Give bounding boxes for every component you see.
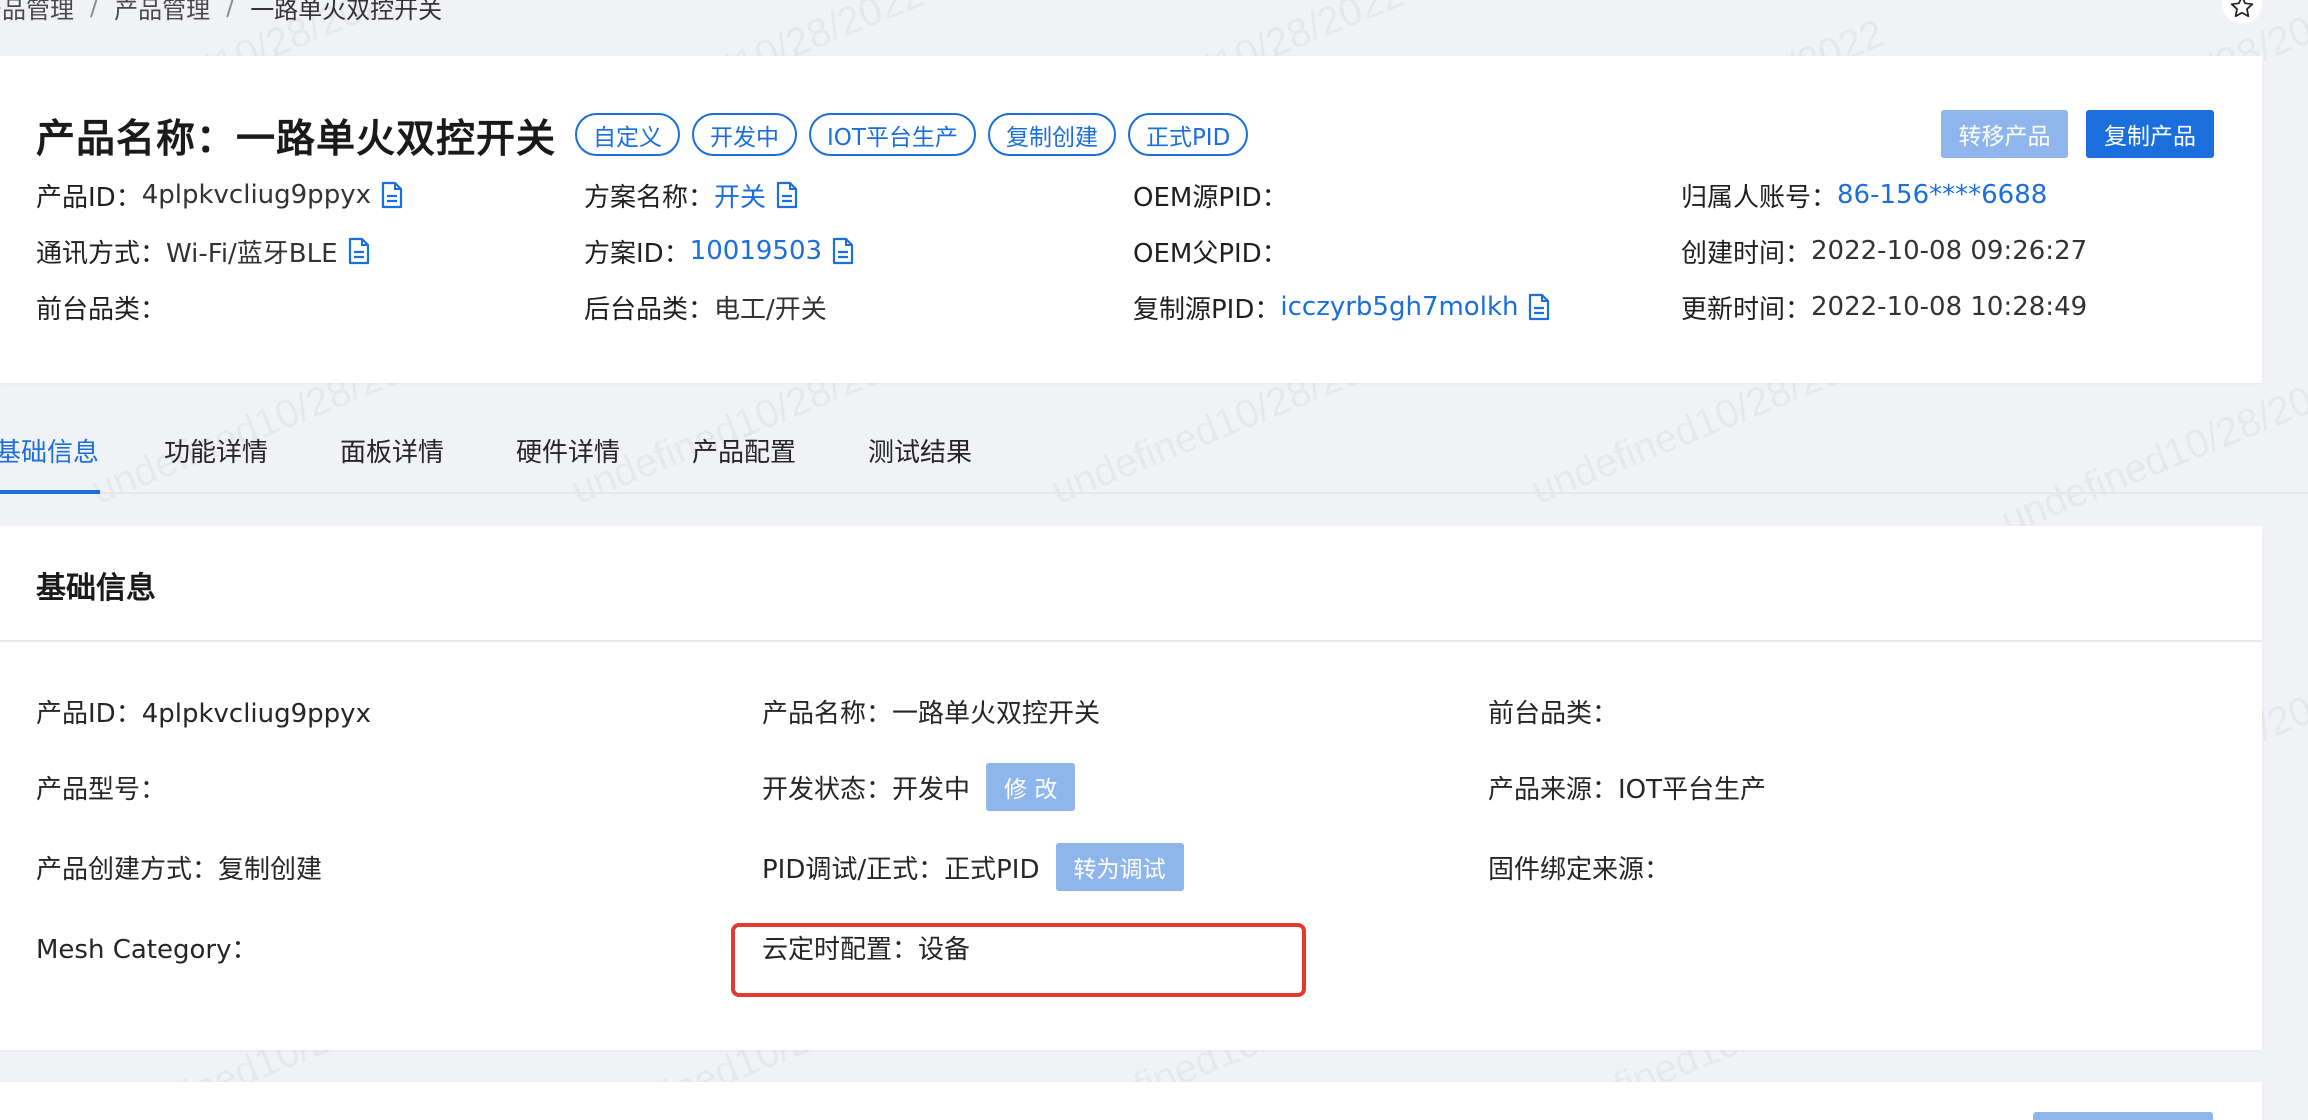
info-label: 更新时间：	[1681, 294, 1812, 325]
info-value: 电工/开关	[714, 294, 827, 325]
field-front-category: 前台品类：	[1488, 691, 1618, 731]
scheme-name-link[interactable]: 开关	[714, 177, 766, 214]
field-create-method: 产品创建方式：复制创建	[36, 847, 322, 887]
breadcrumb-item-current: 一路单火双控开关	[250, 0, 443, 24]
info-scheme-id: 方案ID： 10019503	[584, 233, 854, 269]
tab-basic-info[interactable]: 基础信息	[0, 432, 99, 469]
favorite-button[interactable]	[2222, 0, 2262, 24]
next-section-button[interactable]	[2033, 1112, 2213, 1120]
tab-function-details[interactable]: 功能详情	[164, 432, 268, 469]
info-label: 产品ID：	[36, 182, 142, 213]
info-label: 方案ID：	[584, 238, 690, 269]
star-icon	[2229, 0, 2255, 24]
tab-product-config[interactable]: 产品配置	[692, 432, 796, 469]
info-oem-parent-pid: OEM父PID：	[1133, 233, 1288, 269]
field-pid-mode: PID调试/正式：正式PID 转为调试	[762, 843, 1184, 891]
field-firmware-source: 固件绑定来源：	[1488, 847, 1670, 887]
field-text: 产品名称：一路单火双控开关	[762, 698, 1101, 729]
info-scheme-name: 方案名称： 开关	[584, 177, 798, 213]
field-text: PID调试/正式：正式PID	[762, 854, 1040, 885]
product-title: 产品名称：一路单火双控开关	[36, 117, 557, 162]
copy-product-button[interactable]: 复制产品	[2086, 110, 2214, 158]
info-label: 方案名称：	[584, 182, 715, 213]
info-label: 归属人账号：	[1681, 182, 1838, 213]
field-dev-status: 开发状态：开发中 修 改	[762, 763, 1076, 811]
copy-doc-icon[interactable]	[776, 181, 798, 209]
info-update-time: 更新时间： 2022-10-08 10:28:49	[1681, 289, 2087, 325]
field-text: Mesh Category：	[36, 934, 258, 965]
field-product-name: 产品名称：一路单火双控开关	[762, 691, 1100, 731]
field-text: 开发状态：开发中	[762, 774, 971, 805]
info-label: 通讯方式：	[36, 238, 167, 269]
section-title: 基础信息	[36, 571, 156, 606]
scheme-id-link[interactable]: 10019503	[690, 236, 822, 266]
info-value: 2022-10-08 10:28:49	[1811, 292, 2088, 322]
info-create-time: 创建时间： 2022-10-08 09:26:27	[1681, 233, 2087, 269]
info-value: 2022-10-08 09:26:27	[1811, 236, 2088, 266]
info-label: 复制源PID：	[1133, 294, 1281, 325]
tag-official-pid: 正式PID	[1127, 113, 1249, 156]
tab-hardware-details[interactable]: 硬件详情	[516, 432, 620, 469]
info-label: OEM父PID：	[1133, 238, 1288, 269]
field-text: 前台品类：	[1488, 698, 1619, 729]
info-value: 4plpkvcliug9ppyx	[141, 180, 371, 210]
tab-test-results[interactable]: 测试结果	[868, 432, 972, 469]
info-product-id: 产品ID： 4plpkvcliug9ppyx	[36, 177, 403, 213]
field-text: 固件绑定来源：	[1488, 854, 1671, 885]
field-product-model: 产品型号：	[36, 767, 166, 807]
next-section-card	[0, 1082, 2262, 1120]
breadcrumb-separator: /	[90, 0, 99, 21]
copy-doc-icon[interactable]	[381, 181, 403, 209]
copy-doc-icon[interactable]	[348, 237, 370, 265]
annotation-highlight-box	[731, 923, 1306, 997]
owner-account-link[interactable]: 86-156****6688	[1837, 180, 2047, 210]
info-label: 创建时间：	[1681, 238, 1812, 269]
field-product-id: 产品ID：4plpkvcliug9ppyx	[36, 691, 371, 731]
field-text: 产品创建方式：复制创建	[36, 854, 323, 885]
transfer-product-button[interactable]: 转移产品	[1941, 110, 2068, 158]
divider	[0, 640, 2262, 642]
tag-in-development: 开发中	[692, 113, 797, 156]
active-tab-indicator	[0, 490, 100, 494]
field-text: 产品ID：4plpkvcliug9ppyx	[36, 698, 371, 729]
info-comm-method: 通讯方式： Wi-Fi/蓝牙BLE	[36, 233, 370, 269]
field-text: 产品来源：IOT平台生产	[1488, 774, 1767, 805]
tab-panel-details[interactable]: 面板详情	[340, 432, 444, 469]
field-text: 产品型号：	[36, 774, 167, 805]
info-label: OEM源PID：	[1133, 182, 1288, 213]
breadcrumb-item-product-management-2[interactable]: 产品管理	[114, 0, 210, 25]
info-back-category: 后台品类： 电工/开关	[584, 289, 827, 325]
info-value: Wi-Fi/蓝牙BLE	[166, 238, 338, 269]
info-label: 后台品类：	[584, 294, 715, 325]
breadcrumb: 产品管理 / 产品管理 / 一路单火双控开关	[0, 0, 442, 24]
copy-doc-icon[interactable]	[1528, 293, 1550, 321]
info-label: 前台品类：	[36, 294, 167, 325]
info-front-category: 前台品类：	[36, 289, 166, 325]
info-oem-source-pid: OEM源PID：	[1133, 177, 1288, 213]
tag-copy-created: 复制创建	[987, 113, 1116, 156]
copy-doc-icon[interactable]	[832, 237, 854, 265]
tag-custom: 自定义	[575, 113, 680, 156]
breadcrumb-item-product-management[interactable]: 产品管理	[0, 0, 74, 25]
switch-to-debug-button[interactable]: 转为调试	[1055, 843, 1184, 891]
info-copy-source-pid: 复制源PID： icczyrb5gh7molkh	[1133, 289, 1550, 325]
breadcrumb-separator: /	[226, 0, 235, 21]
field-product-source: 产品来源：IOT平台生产	[1488, 767, 1766, 807]
product-header-card	[0, 56, 2262, 383]
copy-source-pid-link[interactable]: icczyrb5gh7molkh	[1280, 292, 1518, 322]
modify-status-button[interactable]: 修 改	[986, 763, 1076, 811]
product-tags: 自定义 开发中 IOT平台生产 复制创建 正式PID	[575, 113, 1249, 156]
info-owner-account: 归属人账号： 86-156****6688	[1681, 177, 2047, 213]
field-mesh-category: Mesh Category：	[36, 927, 257, 967]
tag-iot-platform: IOT平台生产	[809, 113, 976, 156]
